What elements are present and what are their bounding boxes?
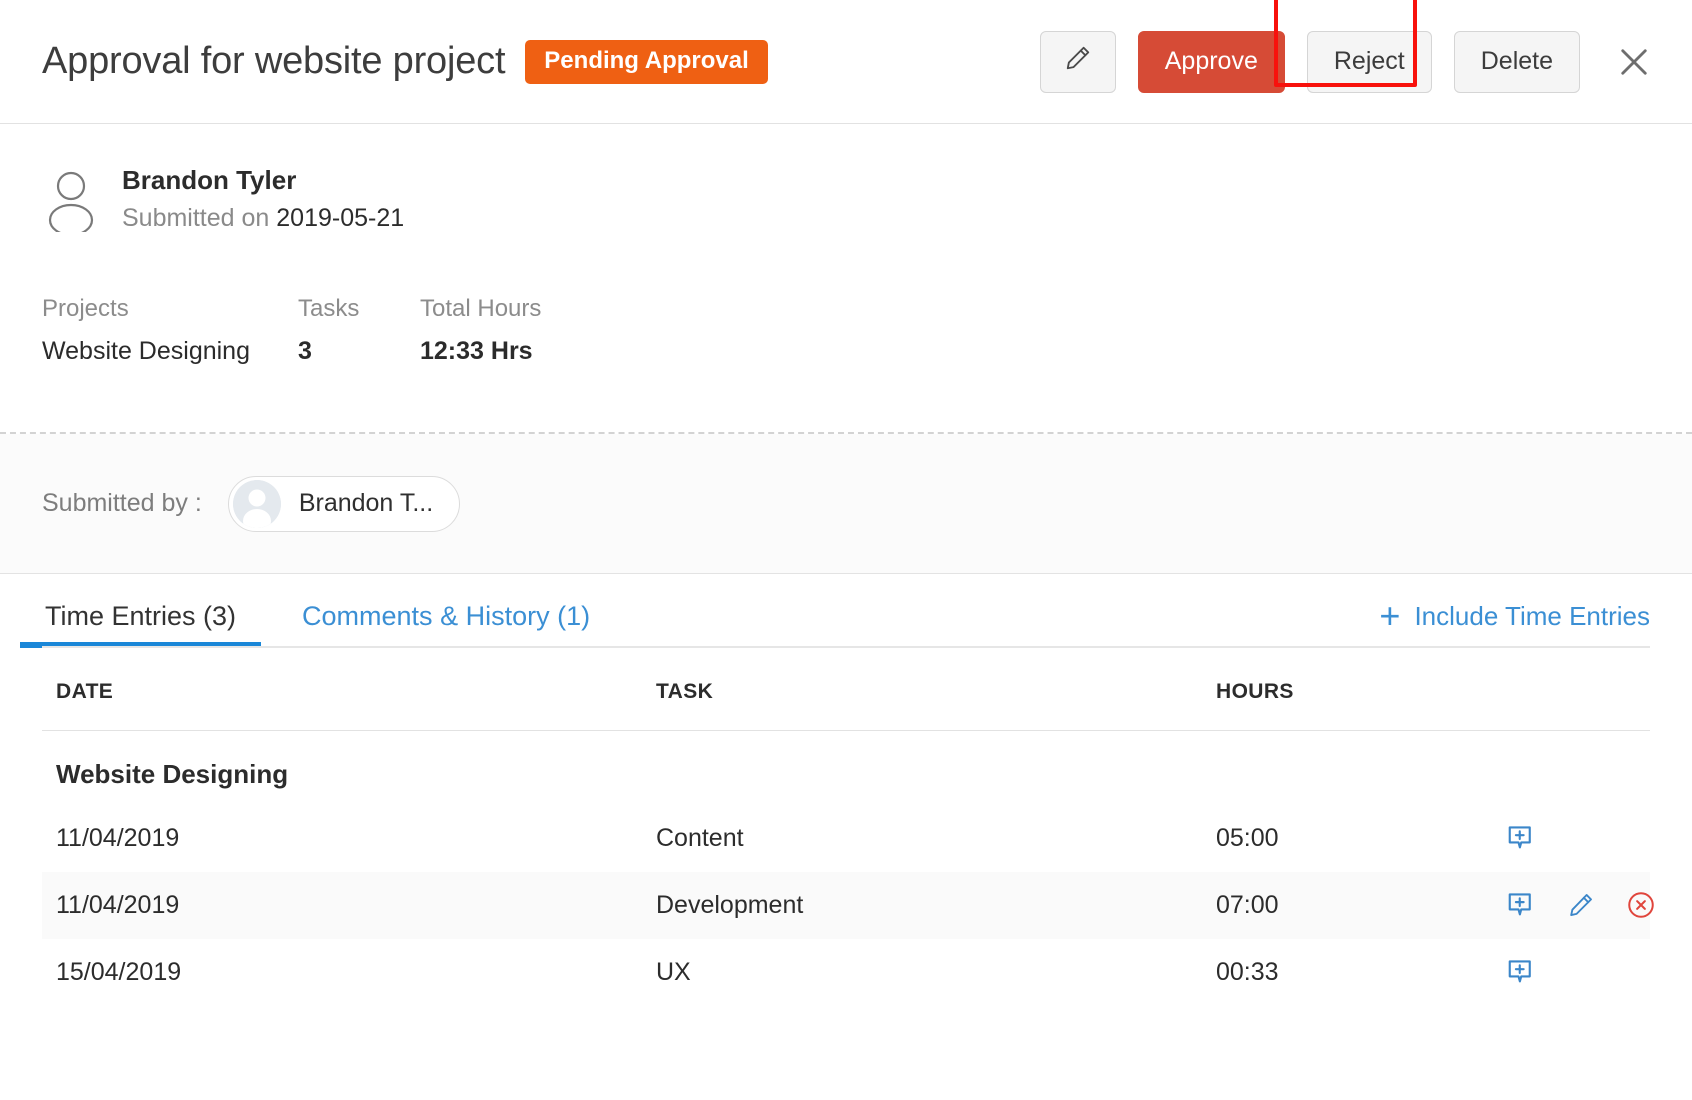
row-action-icons xyxy=(1496,888,1650,922)
cell-actions xyxy=(1482,939,1650,1006)
table-head: DATE TASK HOURS xyxy=(42,648,1650,731)
metric-tasks-value: 3 xyxy=(298,337,420,366)
metric-projects: Projects Website Designing xyxy=(42,295,298,366)
table-row[interactable]: 11/04/2019 Development 07:00 xyxy=(42,872,1650,939)
submitted-by-chip-name: Brandon T... xyxy=(299,489,433,518)
submitted-by-label: Submitted by : xyxy=(42,489,202,518)
edit-pencil-icon[interactable] xyxy=(1564,888,1598,922)
metric-tasks-label: Tasks xyxy=(298,295,420,323)
edit-button-wrap xyxy=(1040,31,1116,93)
submitted-on-date: 2019-05-21 xyxy=(276,204,404,232)
cell-hours: 05:00 xyxy=(1202,805,1482,872)
page-title: Approval for website project xyxy=(42,40,505,83)
delete-circle-icon[interactable] xyxy=(1624,888,1658,922)
edit-button[interactable] xyxy=(1040,31,1116,93)
time-entries-table: DATE TASK HOURS Website Designing 11/04/… xyxy=(42,648,1650,1006)
submitted-by-chip[interactable]: Brandon T... xyxy=(228,476,460,532)
metric-projects-label: Projects xyxy=(42,295,298,323)
cell-date: 11/04/2019 xyxy=(42,872,642,939)
metric-projects-value: Website Designing xyxy=(42,337,298,366)
cell-hours: 07:00 xyxy=(1202,872,1482,939)
column-header-task: TASK xyxy=(642,648,1202,731)
table-body: Website Designing 11/04/2019 Content 05:… xyxy=(42,731,1650,1006)
table-header-row: DATE TASK HOURS xyxy=(42,648,1650,731)
table-row[interactable]: 15/04/2019 UX 00:33 xyxy=(42,939,1650,1006)
metric-tasks: Tasks 3 xyxy=(298,295,420,366)
close-icon[interactable] xyxy=(1606,34,1662,90)
user-avatar-icon xyxy=(233,480,281,528)
group-label: Website Designing xyxy=(42,731,1650,805)
table-row[interactable]: 11/04/2019 Content 05:00 xyxy=(42,805,1650,872)
time-entries-table-wrap: DATE TASK HOURS Website Designing 11/04/… xyxy=(0,648,1692,1006)
plus-icon: + xyxy=(1379,602,1400,631)
cell-date: 15/04/2019 xyxy=(42,939,642,1006)
section-divider xyxy=(0,432,1692,434)
summary-section: Brandon Tyler Submitted on 2019-05-21 Pr… xyxy=(0,124,1692,434)
tab-comments-history[interactable]: Comments & History (1) xyxy=(299,601,593,648)
metric-total-hours-label: Total Hours xyxy=(420,295,680,323)
row-action-icons xyxy=(1496,821,1650,855)
submitted-on: Submitted on 2019-05-21 xyxy=(122,204,404,233)
submitted-by-section: Submitted by : Brandon T... xyxy=(0,434,1692,574)
approve-button[interactable]: Approve xyxy=(1138,31,1285,93)
user-outline-icon xyxy=(42,170,100,232)
header-actions: Approve Reject Delete xyxy=(1040,31,1668,93)
reject-button[interactable]: Reject xyxy=(1307,31,1432,93)
column-header-actions xyxy=(1482,648,1650,731)
include-time-entries-label: Include Time Entries xyxy=(1414,601,1650,632)
page-header: Approval for website project Pending App… xyxy=(0,0,1692,124)
cell-task: UX xyxy=(642,939,1202,1006)
add-comment-icon[interactable] xyxy=(1504,888,1538,922)
cell-task: Content xyxy=(642,805,1202,872)
cell-task: Development xyxy=(642,872,1202,939)
tabs-underline xyxy=(42,646,1650,648)
metric-total-hours: Total Hours 12:33 Hrs xyxy=(420,295,680,366)
delete-button-wrap: Delete xyxy=(1454,31,1580,93)
add-comment-icon[interactable] xyxy=(1504,821,1538,855)
submitter-text: Brandon Tyler Submitted on 2019-05-21 xyxy=(122,166,404,233)
cell-actions xyxy=(1482,805,1650,872)
row-action-icons xyxy=(1496,955,1650,989)
title-area: Approval for website project Pending App… xyxy=(42,40,768,84)
submitter-name: Brandon Tyler xyxy=(122,166,404,196)
column-header-hours: HOURS xyxy=(1202,648,1482,731)
submitted-on-label: Submitted on xyxy=(122,204,269,232)
cell-date: 11/04/2019 xyxy=(42,805,642,872)
approval-detail-page: Approval for website project Pending App… xyxy=(0,0,1692,1100)
column-header-date: DATE xyxy=(42,648,642,731)
tab-time-entries[interactable]: Time Entries (3) xyxy=(42,601,239,648)
approve-button-wrap: Approve xyxy=(1138,31,1285,93)
cell-actions xyxy=(1482,872,1650,939)
tabs-bar: Time Entries (3) Comments & History (1) … xyxy=(0,574,1692,648)
add-comment-icon[interactable] xyxy=(1504,955,1538,989)
include-time-entries-button[interactable]: + Include Time Entries xyxy=(1379,601,1650,648)
status-badge: Pending Approval xyxy=(525,40,767,84)
summary-metrics: Projects Website Designing Tasks 3 Total… xyxy=(42,295,1650,366)
metric-total-hours-value: 12:33 Hrs xyxy=(420,337,680,366)
table-group-row: Website Designing xyxy=(42,731,1650,805)
submitter-row: Brandon Tyler Submitted on 2019-05-21 xyxy=(42,166,1650,233)
cell-hours: 00:33 xyxy=(1202,939,1482,1006)
pencil-icon xyxy=(1063,43,1093,80)
delete-button[interactable]: Delete xyxy=(1454,31,1580,93)
reject-button-wrap: Reject xyxy=(1307,31,1432,93)
